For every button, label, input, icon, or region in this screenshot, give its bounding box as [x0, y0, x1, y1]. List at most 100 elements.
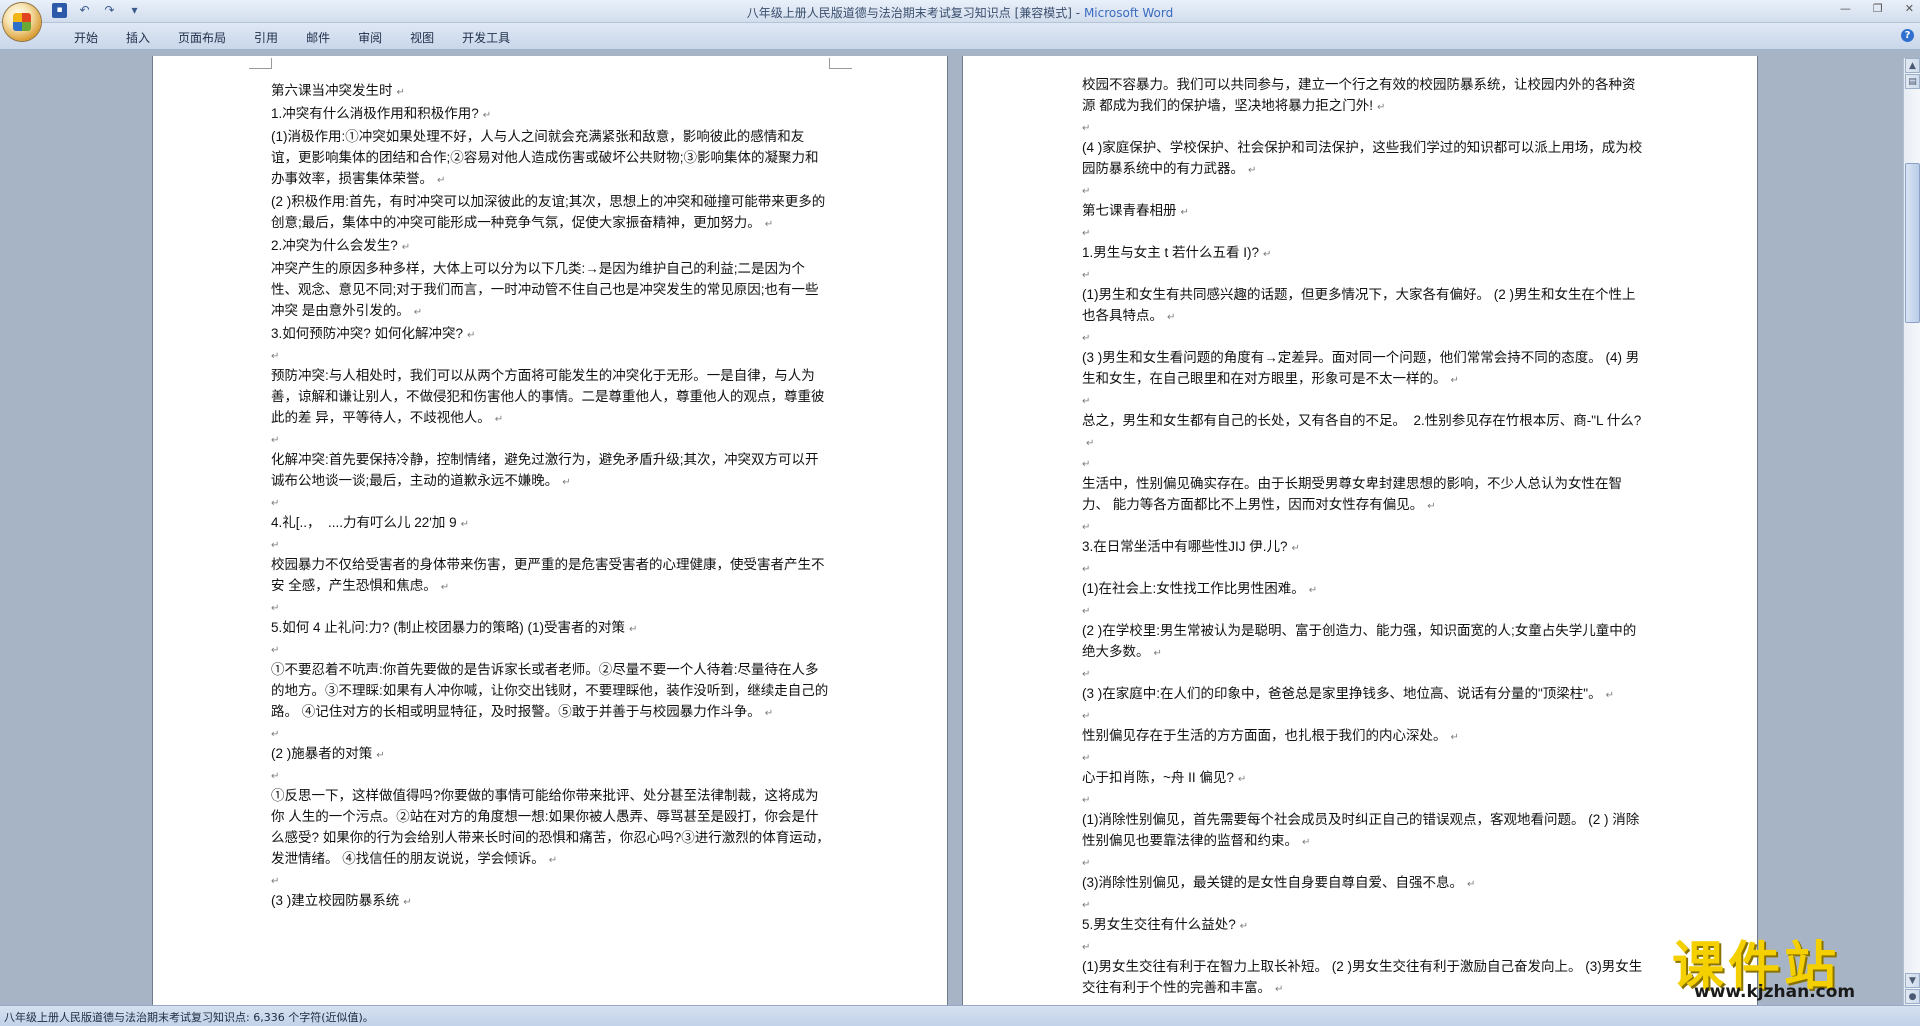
paragraph-mark-icon: ↵ — [548, 855, 558, 866]
margin-corner-mark — [829, 58, 852, 69]
empty-paragraph-mark: ↵ — [1082, 270, 1091, 281]
document-paragraph[interactable]: (1)在社会上:女性找工作比男性困难。 ↵ — [1082, 578, 1644, 601]
empty-paragraph-mark: ↵ — [271, 876, 280, 887]
help-icon[interactable]: ? — [1901, 29, 1914, 42]
paragraph-text: 校园不容暴力。我们可以共同参与，建立一个行之有效的校园防暴系统，让校园内外的各种… — [1082, 77, 1636, 113]
paragraph-text: 1.男生与女主 t 若什么五看 I)? — [1082, 245, 1260, 260]
document-paragraph[interactable]: 4.礼[..， ....力有叮么儿 22'加 9 ↵ — [271, 512, 831, 535]
paragraph-mark-icon: ↵ — [494, 414, 504, 425]
status-bar: 八年级上册人民版道德与法治期末考试复习知识点: 6,336 个字符(近似值)。 — [0, 1005, 1920, 1026]
ribbon-tab[interactable]: 审阅 — [344, 29, 396, 46]
paragraph-text: (2 )积极作用:首先，有时冲突可以加深彼此的友谊;其次，思想上的冲突和碰撞可能… — [271, 194, 826, 230]
empty-paragraph-mark: ↵ — [271, 729, 280, 740]
document-paragraph[interactable]: 第七课青春相册 ↵ — [1082, 200, 1644, 223]
empty-paragraph-mark: ↵ — [1082, 942, 1091, 953]
ribbon-tab[interactable]: 邮件 — [292, 29, 344, 46]
document-paragraph[interactable]: 2.冲突为什么会发生? ↵ — [271, 235, 831, 258]
page-content-right[interactable]: 校园不容暴力。我们可以共同参与，建立一个行之有效的校园防暴系统，让校园内外的各种… — [1082, 74, 1644, 1000]
ribbon-tab[interactable]: 引用 — [240, 29, 292, 46]
scrollbar-thumb[interactable] — [1905, 163, 1920, 323]
document-paragraph[interactable]: 3.在日常坐活中有哪些性JIJ 伊.儿? ↵ — [1082, 536, 1644, 559]
window-controls: — ❐ ✕ — [1840, 2, 1914, 15]
document-paragraph[interactable]: (2 )在学校里:男生常被认为是聪明、富于创造力、能力强，知识面宽的人;女童占失… — [1082, 620, 1644, 664]
status-word-count[interactable]: 八年级上册人民版道德与法治期末考试复习知识点: 6,336 个字符(近似值)。 — [4, 1009, 374, 1025]
document-paragraph[interactable]: (2 )施暴者的对策 ↵ — [271, 743, 831, 766]
document-paragraph[interactable]: 化解冲突:首先要保持冷静，控制情绪，避免过激行为，避免矛盾升级;其次，冲突双方可… — [271, 449, 831, 493]
document-paragraph[interactable]: ①不要忍着不吭声:你首先要做的是告诉家长或者老师。②尽量不要一个人待着:尽量待在… — [271, 659, 831, 724]
document-paragraph[interactable]: 校园暴力不仅给受害者的身体带来伤害，更严重的是危害受害者的心理健康，使受害者产生… — [271, 554, 831, 598]
paragraph-text: ①不要忍着不吭声:你首先要做的是告诉家长或者老师。②尽量不要一个人待着:尽量待在… — [271, 662, 829, 719]
paragraph-text: (2 )施暴者的对策 — [271, 746, 373, 761]
empty-paragraph-mark: ↵ — [1082, 333, 1091, 344]
ribbon-tab[interactable]: 页面布局 — [164, 29, 240, 46]
document-paragraph[interactable]: (3 )在家庭中:在人们的印象中，爸爸总是家里挣钱多、地位高、说话有分量的"顶梁… — [1082, 683, 1644, 706]
paragraph-text: (1)消除性别偏见，首先需要每个社会成员及时纠正自己的错误观点，客观地看问题。 … — [1082, 812, 1640, 848]
document-paragraph[interactable]: 1.冲突有什么消极作用和积极作用? ↵ — [271, 103, 831, 126]
document-paragraph[interactable]: 3.如何预防冲突? 如何化解冲突? ↵ — [271, 323, 831, 346]
maximize-icon[interactable]: ❐ — [1873, 2, 1883, 15]
paragraph-mark-icon: ↵ — [467, 330, 476, 341]
paragraph-mark-icon: ↵ — [1467, 879, 1476, 890]
minimize-icon[interactable]: — — [1840, 2, 1851, 15]
document-paragraph[interactable]: (3 )男生和女生看问题的角度有→定差异。面对同一个问题，他们常常会持不同的态度… — [1082, 347, 1644, 391]
empty-paragraph-mark: ↵ — [1082, 606, 1091, 617]
ribbon-tab[interactable]: 开发工具 — [448, 29, 524, 46]
close-icon[interactable]: ✕ — [1905, 2, 1914, 15]
document-paragraph[interactable]: (1)男女生交往有利于在智力上取长补短。 (2 )男女生交往有利于激励自己奋发向… — [1082, 956, 1644, 1000]
empty-paragraph-mark: ↵ — [1082, 228, 1091, 239]
document-paragraph[interactable]: (3)消除性别偏见，最关键的是女性自身要自尊自爱、自强不息。 ↵ — [1082, 872, 1644, 895]
document-paragraph[interactable]: 心于扣肖陈，~舟 II 偏见? ↵ — [1082, 767, 1644, 790]
paragraph-mark-icon: ↵ — [1427, 501, 1436, 512]
ribbon-tab[interactable]: 插入 — [112, 29, 164, 46]
document-paragraph[interactable]: 预防冲突:与人相处时，我们可以从两个方面将可能发生的冲突化于无形。一是自律，与人… — [271, 365, 831, 430]
document-paragraph[interactable]: (1)消极作用:①冲突如果处理不好，人与人之间就会充满紧张和敌意，影响彼此的感情… — [271, 126, 831, 191]
app-name: Microsoft Word — [1083, 6, 1174, 20]
ribbon-tab[interactable]: 开始 — [60, 29, 112, 46]
paragraph-text: 第七课青春相册 — [1082, 203, 1177, 218]
empty-paragraph-mark: ↵ — [271, 351, 280, 362]
paragraph-mark-icon: ↵ — [1237, 774, 1247, 785]
document-paragraph[interactable]: 1.男生与女主 t 若什么五看 I)? ↵ — [1082, 242, 1644, 265]
vertical-scrollbar[interactable]: ▲ ▤ ▼ ● — [1903, 58, 1920, 1005]
document-paragraph[interactable]: (1)消除性别偏见，首先需要每个社会成员及时纠正自己的错误观点，客观地看问题。 … — [1082, 809, 1644, 853]
paragraph-text: (1)男生和女生有共同感兴趣的话题，但更多情况下，大家各有偏好。 (2 )男生和… — [1082, 287, 1636, 323]
document-paragraph[interactable]: 5.男女生交往有什么益处? ↵ — [1082, 914, 1644, 937]
empty-paragraph-mark: ↵ — [1082, 396, 1091, 407]
paragraph-text: 4.礼[..， ....力有叮么儿 22'加 9 — [271, 515, 457, 530]
paragraph-mark-icon: ↵ — [1450, 375, 1459, 386]
document-page-right[interactable]: 校园不容暴力。我们可以共同参与，建立一个行之有效的校园防暴系统，让校园内外的各种… — [963, 56, 1757, 1012]
ruler-toggle-icon[interactable]: ▤ — [1905, 74, 1920, 89]
document-paragraph[interactable]: 性别偏见存在于生活的方方面面，也扎根于我们的内心深处。 ↵ — [1082, 725, 1644, 748]
document-paragraph[interactable]: ①反思一下，这样做值得吗?你要做的事情可能给你带来批评、处分甚至法律制裁，这将成… — [271, 785, 831, 871]
empty-paragraph-mark: ↵ — [1082, 123, 1091, 134]
paragraph-mark-icon: ↵ — [1239, 921, 1249, 932]
document-paragraph[interactable]: (3 )建立校园防暴系统 ↵ — [271, 890, 831, 913]
document-paragraph[interactable]: 5.如何 4 止礼问:力? (制止校团暴力的策略) (1)受害者的对策 ↵ — [271, 617, 831, 640]
paragraph-mark-icon: ↵ — [401, 242, 411, 253]
paragraph-text: (3 )男生和女生看问题的角度有→定差异。面对同一个问题，他们常常会持不同的态度… — [1082, 350, 1640, 386]
document-paragraph[interactable]: 生活中，性别偏见确实存在。由于长期受男尊女卑封建思想的影响，不少人总认为女性在智… — [1082, 473, 1644, 517]
document-paragraph[interactable]: 校园不容暴力。我们可以共同参与，建立一个行之有效的校园防暴系统，让校园内外的各种… — [1082, 74, 1644, 118]
empty-paragraph-mark: ↵ — [271, 771, 280, 782]
page-content-left[interactable]: 第六课当冲突发生时 ↵ 1.冲突有什么消极作用和积极作用? ↵ (1)消极作用:①冲突如… — [271, 80, 831, 913]
ribbon-tab[interactable]: 视图 — [396, 29, 448, 46]
paragraph-mark-icon: ↵ — [1153, 648, 1162, 659]
empty-paragraph-mark: ↵ — [1082, 753, 1091, 764]
paragraph-text: (3)消除性别偏见，最关键的是女性自身要自尊自爱、自强不息。 — [1082, 875, 1463, 890]
document-paragraph[interactable]: 冲突产生的原因多种多样，大体上可以分为以下几类:→是因为维护自己的利益;二是因为… — [271, 258, 831, 323]
document-paragraph[interactable]: (4 )家庭保护、学校保护、社会保护和司法保护，这些我们学过的知识都可以派上用场… — [1082, 137, 1644, 181]
document-paragraph[interactable]: 总之，男生和女生都有自己的长处，又有各自的不足。 2.性别参见存在竹根本厉、商-… — [1082, 410, 1644, 454]
document-paragraph[interactable]: 第六课当冲突发生时 ↵ — [271, 80, 831, 103]
paragraph-text: 2.冲突为什么会发生? — [271, 238, 398, 253]
empty-paragraph-mark: ↵ — [1082, 711, 1091, 722]
paragraph-mark-icon: ↵ — [482, 110, 492, 121]
document-page-left[interactable]: 第六课当冲突发生时 ↵ 1.冲突有什么消极作用和积极作用? ↵ (1)消极作用:①冲突如… — [153, 56, 947, 1012]
scroll-up-icon[interactable]: ▲ — [1905, 58, 1920, 73]
document-paragraph[interactable]: (2 )积极作用:首先，有时冲突可以加深彼此的友谊;其次，思想上的冲突和碰撞可能… — [271, 191, 831, 235]
document-paragraph[interactable]: (1)男生和女生有共同感兴趣的话题，但更多情况下，大家各有偏好。 (2 )男生和… — [1082, 284, 1644, 328]
paragraph-mark-icon: ↵ — [403, 897, 412, 908]
office-button[interactable] — [3, 3, 41, 41]
paragraph-text: 心于扣肖陈，~舟 II 偏见? — [1082, 770, 1234, 785]
empty-paragraph-mark: ↵ — [1082, 900, 1091, 911]
margin-corner-mark — [249, 58, 272, 69]
